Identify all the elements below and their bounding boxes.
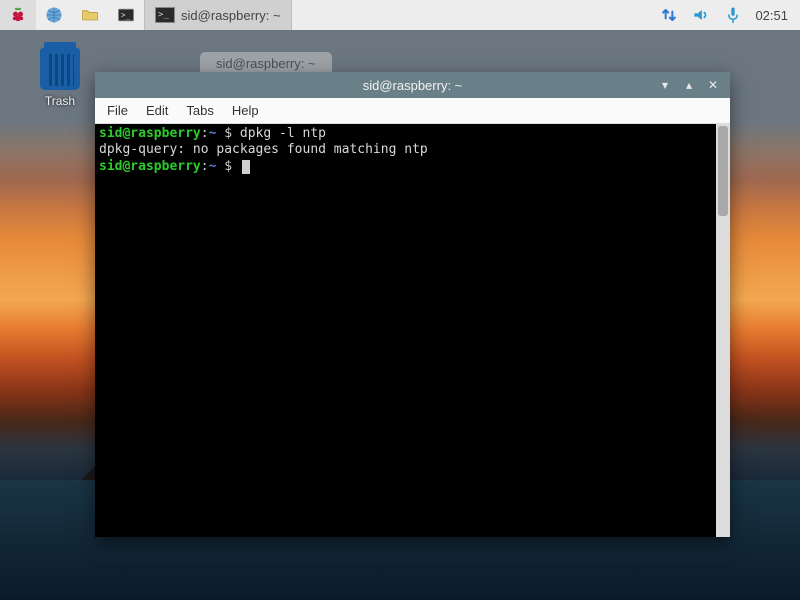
- prompt-sep: :: [201, 126, 209, 141]
- globe-icon: [44, 5, 64, 25]
- prompt-dollar: $: [216, 159, 239, 174]
- scrollbar-thumb[interactable]: [718, 126, 728, 216]
- volume-icon[interactable]: [691, 5, 711, 25]
- minimize-button[interactable]: ▾: [658, 78, 672, 92]
- window-preview-label: sid@raspberry: ~: [216, 56, 316, 71]
- trash-icon: [40, 48, 80, 90]
- network-icon[interactable]: [659, 5, 679, 25]
- terminal-window: sid@raspberry: ~ ▾ ▴ ✕ File Edit Tabs He…: [95, 72, 730, 537]
- menu-button[interactable]: [0, 0, 36, 30]
- terminal-content[interactable]: sid@raspberry:~ $ dpkg -l ntp dpkg-query…: [95, 124, 716, 537]
- window-title: sid@raspberry: ~: [95, 78, 730, 93]
- desktop-icon-trash[interactable]: Trash: [28, 48, 92, 108]
- prompt-dollar: $: [216, 126, 239, 141]
- browser-launcher[interactable]: [36, 0, 72, 30]
- taskbar: >_ >_ sid@raspberry: ~ 02:51: [0, 0, 800, 30]
- maximize-button[interactable]: ▴: [682, 78, 696, 92]
- prompt-sep: :: [201, 159, 209, 174]
- taskbar-item-label: sid@raspberry: ~: [181, 8, 281, 23]
- command-text: dpkg -l ntp: [240, 126, 326, 141]
- cursor: [242, 160, 250, 174]
- close-icon: ✕: [708, 78, 718, 92]
- terminal-icon: >_: [116, 5, 136, 25]
- titlebar[interactable]: sid@raspberry: ~ ▾ ▴ ✕: [95, 72, 730, 98]
- prompt-user: sid@raspberry: [99, 126, 201, 141]
- output-line: dpkg-query: no packages found matching n…: [99, 142, 428, 157]
- raspberry-icon: [8, 5, 28, 25]
- close-button[interactable]: ✕: [706, 78, 720, 92]
- files-launcher[interactable]: [72, 0, 108, 30]
- menu-help[interactable]: Help: [232, 103, 259, 118]
- chevron-up-icon: ▴: [686, 78, 692, 92]
- scrollbar[interactable]: [716, 124, 730, 537]
- svg-text:>_: >_: [121, 11, 131, 20]
- desktop-icon-label: Trash: [28, 94, 92, 108]
- menu-edit[interactable]: Edit: [146, 103, 168, 118]
- prompt-user: sid@raspberry: [99, 159, 201, 174]
- folder-icon: [80, 5, 100, 25]
- taskbar-item-terminal[interactable]: >_ sid@raspberry: ~: [144, 0, 292, 30]
- terminal-launcher[interactable]: >_: [108, 0, 144, 30]
- chevron-down-icon: ▾: [662, 78, 668, 92]
- menu-tabs[interactable]: Tabs: [186, 103, 213, 118]
- microphone-icon[interactable]: [723, 5, 743, 25]
- menubar: File Edit Tabs Help: [95, 98, 730, 124]
- clock[interactable]: 02:51: [755, 8, 788, 23]
- terminal-icon: >_: [155, 7, 175, 23]
- menu-file[interactable]: File: [107, 103, 128, 118]
